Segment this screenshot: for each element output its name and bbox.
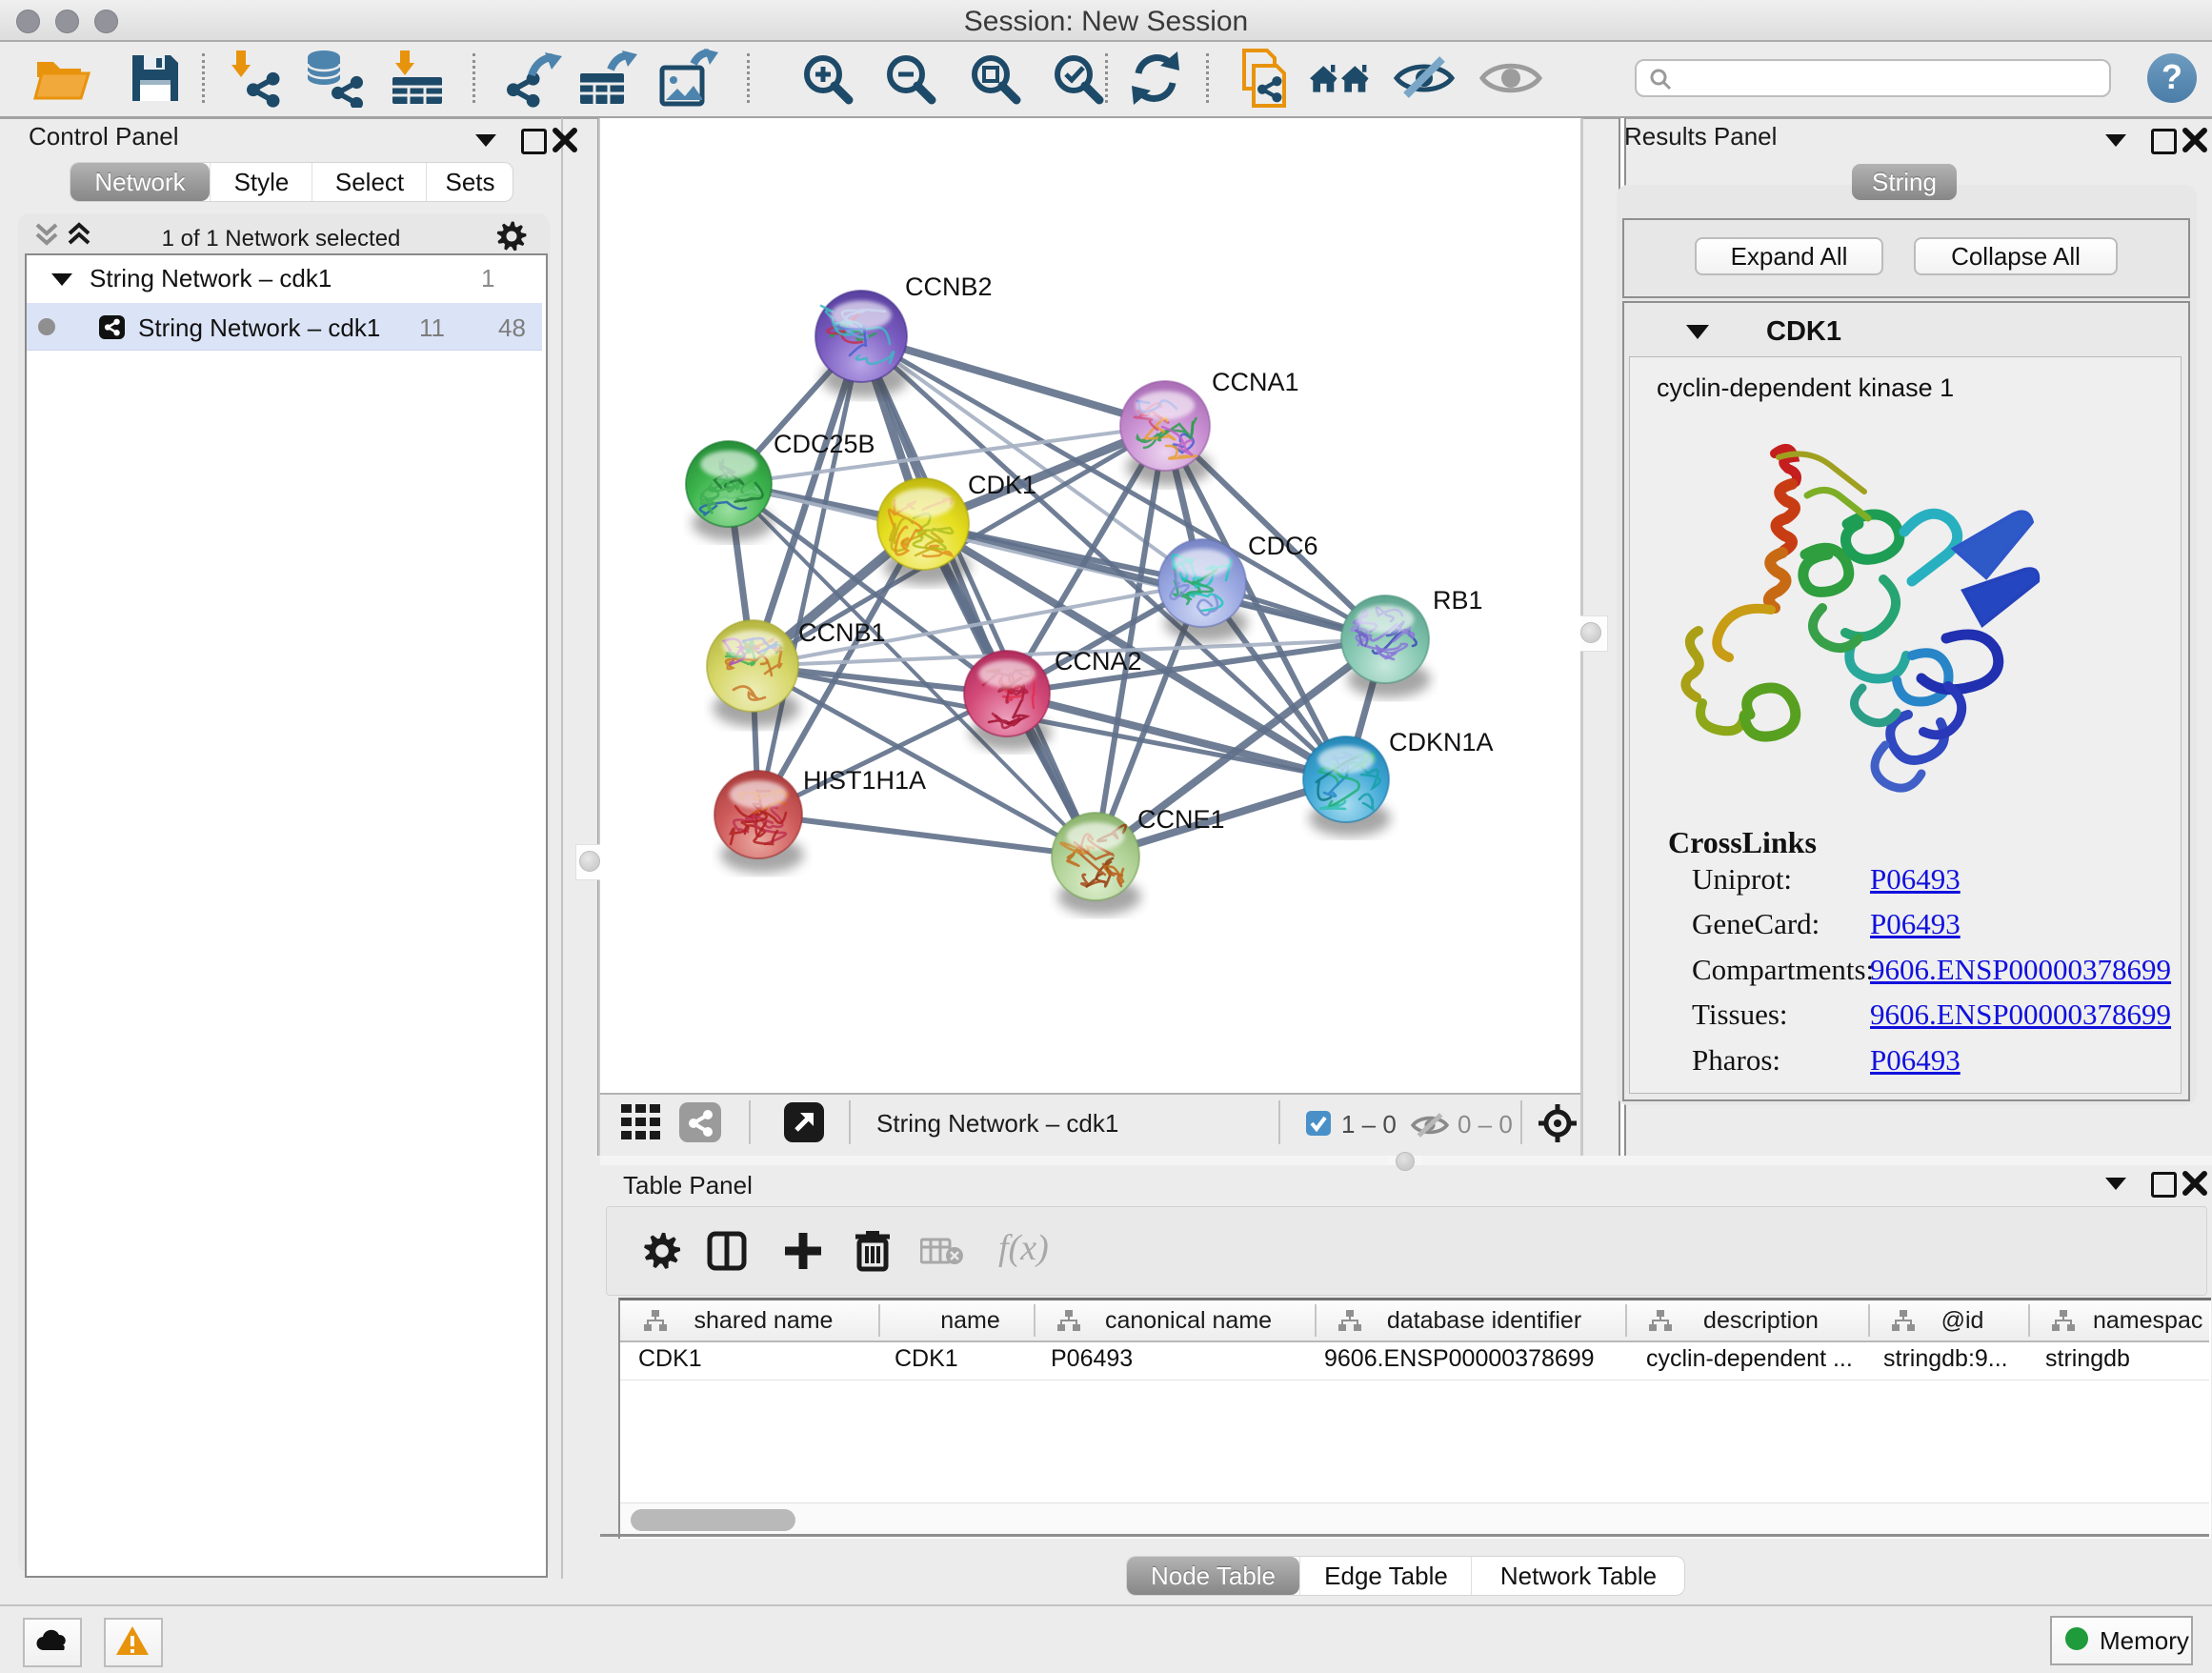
svg-text:HIST1H1A: HIST1H1A	[803, 766, 926, 795]
svg-text:CDK1: CDK1	[968, 471, 1036, 499]
svg-text:RB1: RB1	[1433, 586, 1483, 615]
svg-text:CCNA2: CCNA2	[1055, 647, 1142, 675]
svg-text:CCNB1: CCNB1	[798, 618, 886, 647]
svg-text:CCNA1: CCNA1	[1212, 368, 1299, 396]
svg-text:CDC6: CDC6	[1248, 532, 1318, 560]
svg-text:CDKN1A: CDKN1A	[1389, 728, 1494, 756]
svg-text:CDC25B: CDC25B	[774, 430, 875, 458]
svg-text:CCNB2: CCNB2	[905, 272, 993, 301]
svg-text:CCNE1: CCNE1	[1137, 805, 1225, 834]
